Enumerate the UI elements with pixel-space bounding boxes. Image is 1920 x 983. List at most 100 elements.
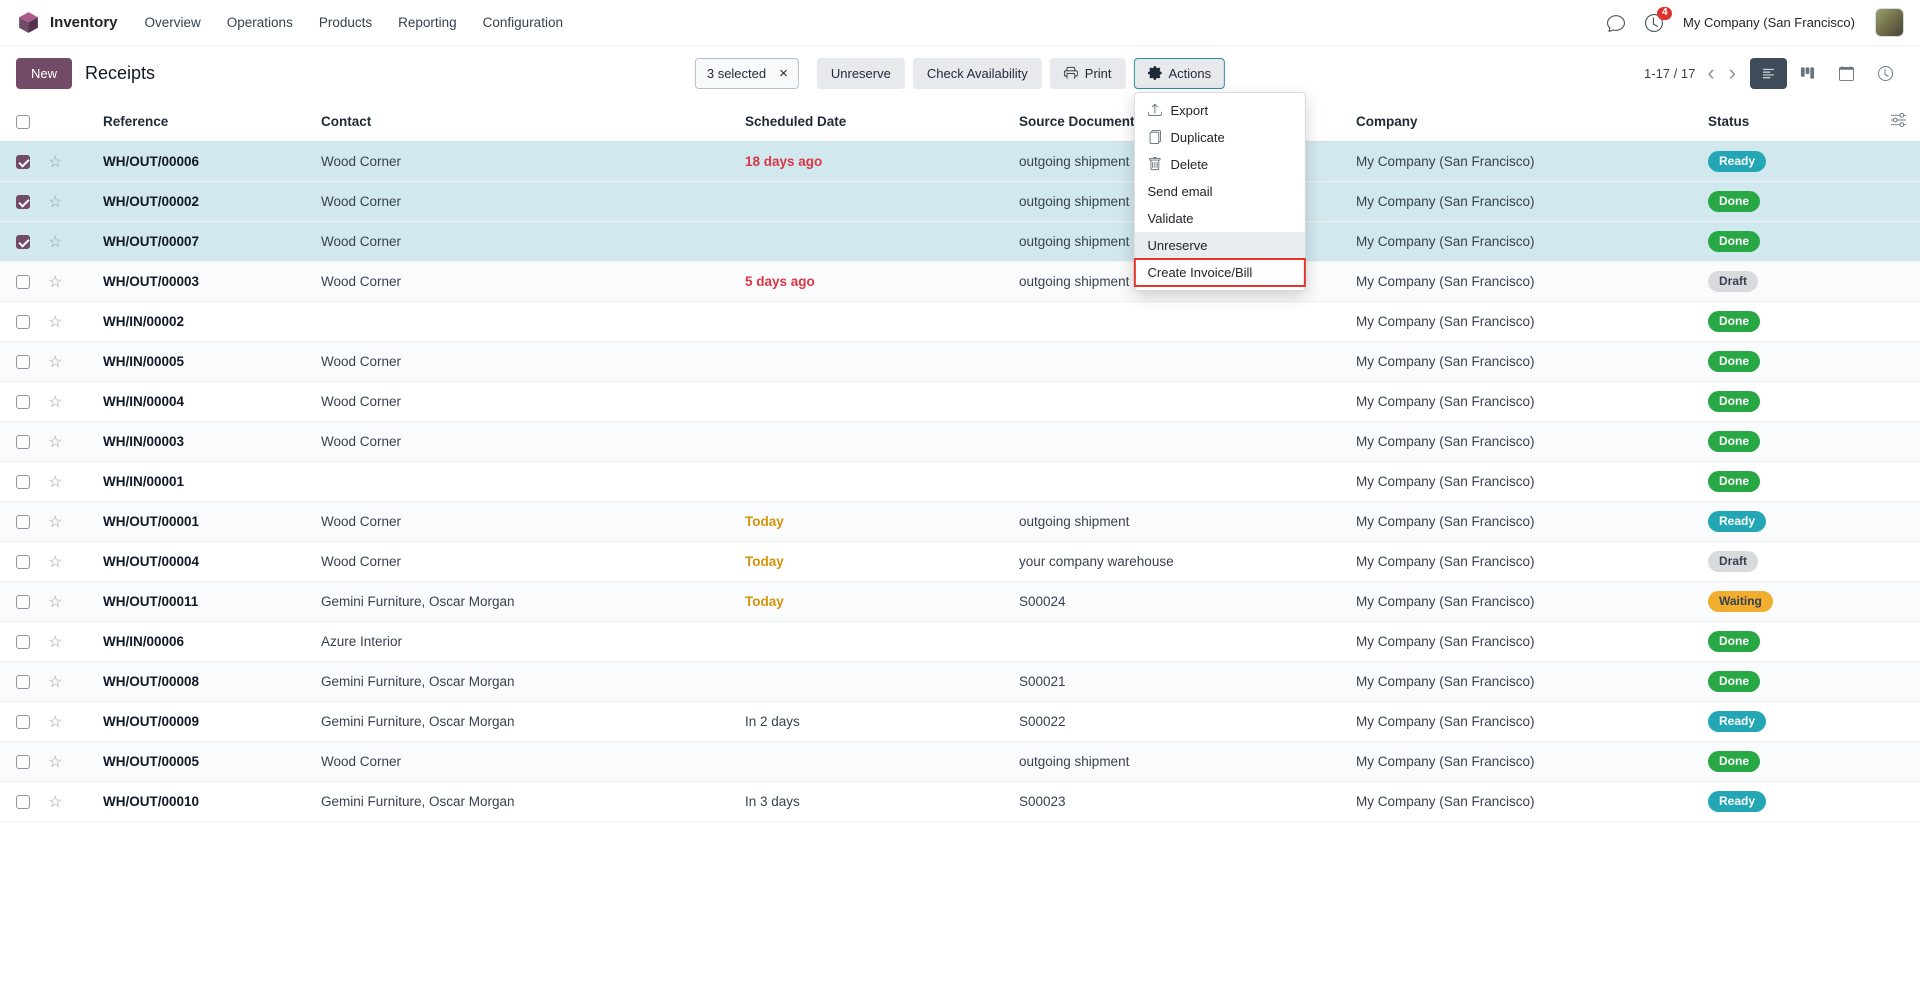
pager-previous-icon[interactable]: ‹	[1707, 62, 1714, 84]
menu-item-label: Unreserve	[1148, 238, 1208, 253]
table-row[interactable]: ☆ WH/IN/00006 Azure Interior My Company …	[0, 622, 1920, 662]
action-item-validate[interactable]: Validate	[1135, 205, 1305, 232]
column-header-reference[interactable]: Reference	[95, 100, 313, 142]
scheduled-date-cell: Today	[737, 502, 1011, 542]
row-checkbox[interactable]	[16, 715, 30, 729]
company-menu[interactable]: My Company (San Francisco)	[1683, 15, 1855, 30]
table-row[interactable]: ☆ WH/OUT/00010 Gemini Furniture, Oscar M…	[0, 782, 1920, 822]
favorite-star-icon[interactable]: ☆	[48, 194, 62, 211]
action-item-send-email[interactable]: Send email	[1135, 178, 1305, 205]
nav-menu-configuration[interactable]: Configuration	[472, 7, 574, 38]
row-checkbox[interactable]	[16, 515, 30, 529]
favorite-star-icon[interactable]: ☆	[48, 474, 62, 491]
table-row[interactable]: ☆ WH/OUT/00011 Gemini Furniture, Oscar M…	[0, 582, 1920, 622]
table-row[interactable]: ☆ WH/OUT/00003 Wood Corner 5 days ago ou…	[0, 262, 1920, 302]
column-header-scheduled-date[interactable]: Scheduled Date	[737, 100, 1011, 142]
navbar-menus: OverviewOperationsProductsReportingConfi…	[134, 7, 574, 38]
avatar[interactable]	[1875, 8, 1904, 37]
action-item-export[interactable]: Export	[1135, 97, 1305, 124]
favorite-star-icon[interactable]: ☆	[48, 314, 62, 331]
column-header-company[interactable]: Company	[1348, 100, 1700, 142]
row-checkbox[interactable]	[16, 235, 30, 249]
row-checkbox[interactable]	[16, 755, 30, 769]
actions-button[interactable]: Actions	[1134, 58, 1226, 89]
row-checkbox[interactable]	[16, 315, 30, 329]
favorite-star-icon[interactable]: ☆	[48, 434, 62, 451]
activities-icon[interactable]: 4	[1645, 14, 1663, 32]
favorite-star-icon[interactable]: ☆	[48, 674, 62, 691]
row-checkbox[interactable]	[16, 355, 30, 369]
nav-menu-operations[interactable]: Operations	[216, 7, 304, 38]
favorite-star-icon[interactable]: ☆	[48, 354, 62, 371]
row-checkbox[interactable]	[16, 795, 30, 809]
table-row[interactable]: ☆ WH/OUT/00005 Wood Corner outgoing ship…	[0, 742, 1920, 782]
activity-view-button[interactable]	[1867, 58, 1904, 89]
optional-columns-icon[interactable]	[1891, 112, 1906, 127]
column-header-contact[interactable]: Contact	[313, 100, 737, 142]
kanban-view-button[interactable]	[1789, 58, 1826, 89]
action-item-duplicate[interactable]: Duplicate	[1135, 124, 1305, 151]
print-button[interactable]: Print	[1050, 58, 1126, 89]
favorite-star-icon[interactable]: ☆	[48, 554, 62, 571]
messages-icon[interactable]	[1607, 14, 1625, 32]
table-row[interactable]: ☆ WH/OUT/00002 Wood Corner outgoing ship…	[0, 182, 1920, 222]
table-row[interactable]: ☆ WH/OUT/00009 Gemini Furniture, Oscar M…	[0, 702, 1920, 742]
row-checkbox[interactable]	[16, 475, 30, 489]
favorite-star-icon[interactable]: ☆	[48, 234, 62, 251]
select-all-checkbox[interactable]	[16, 115, 30, 129]
nav-menu-overview[interactable]: Overview	[134, 7, 212, 38]
company-cell: My Company (San Francisco)	[1348, 502, 1700, 542]
row-checkbox[interactable]	[16, 675, 30, 689]
favorite-star-icon[interactable]: ☆	[48, 714, 62, 731]
pager-next-icon[interactable]: ›	[1729, 62, 1736, 84]
table-row[interactable]: ☆ WH/IN/00003 Wood Corner My Company (Sa…	[0, 422, 1920, 462]
favorite-star-icon[interactable]: ☆	[48, 274, 62, 291]
favorite-star-icon[interactable]: ☆	[48, 154, 62, 171]
table-row[interactable]: ☆ WH/OUT/00007 Wood Corner outgoing ship…	[0, 222, 1920, 262]
table-row[interactable]: ☆ WH/OUT/00001 Wood Corner Today outgoin…	[0, 502, 1920, 542]
row-checkbox[interactable]	[16, 195, 30, 209]
nav-menu-reporting[interactable]: Reporting	[387, 7, 468, 38]
row-checkbox[interactable]	[16, 155, 30, 169]
table-row[interactable]: ☆ WH/OUT/00004 Wood Corner Today your co…	[0, 542, 1920, 582]
favorite-star-icon[interactable]: ☆	[48, 514, 62, 531]
company-cell: My Company (San Francisco)	[1348, 182, 1700, 222]
row-checkbox[interactable]	[16, 595, 30, 609]
table-row[interactable]: ☆ WH/IN/00004 Wood Corner My Company (Sa…	[0, 382, 1920, 422]
app-switcher[interactable]: Inventory	[16, 10, 118, 35]
row-checkbox[interactable]	[16, 635, 30, 649]
table-row[interactable]: ☆ WH/OUT/00006 Wood Corner 18 days ago o…	[0, 142, 1920, 182]
row-checkbox[interactable]	[16, 555, 30, 569]
action-item-delete[interactable]: Delete	[1135, 151, 1305, 178]
table-row[interactable]: ☆ WH/IN/00002 My Company (San Francisco)…	[0, 302, 1920, 342]
action-item-unreserve[interactable]: Unreserve	[1135, 232, 1305, 259]
table-row[interactable]: ☆ WH/OUT/00008 Gemini Furniture, Oscar M…	[0, 662, 1920, 702]
delete-icon	[1148, 157, 1162, 171]
unreserve-button[interactable]: Unreserve	[817, 58, 905, 89]
column-header-favorite	[40, 100, 95, 142]
check-availability-button[interactable]: Check Availability	[913, 58, 1042, 89]
row-checkbox[interactable]	[16, 395, 30, 409]
favorite-star-icon[interactable]: ☆	[48, 754, 62, 771]
list-view-button[interactable]	[1750, 58, 1787, 89]
table-row[interactable]: ☆ WH/IN/00005 Wood Corner My Company (Sa…	[0, 342, 1920, 382]
status-badge: Done	[1708, 351, 1760, 372]
clear-selection-icon[interactable]: ×	[777, 65, 798, 82]
action-item-create-invoice-bill[interactable]: Create Invoice/Bill	[1135, 259, 1305, 286]
calendar-view-button[interactable]	[1828, 58, 1865, 89]
receipts-list: Reference Contact Scheduled Date Source …	[0, 100, 1920, 822]
favorite-star-icon[interactable]: ☆	[48, 794, 62, 811]
row-checkbox[interactable]	[16, 275, 30, 289]
contact-cell: Wood Corner	[313, 262, 737, 302]
favorite-star-icon[interactable]: ☆	[48, 394, 62, 411]
column-header-status[interactable]: Status	[1700, 100, 1880, 142]
scheduled-date-cell: Today	[737, 542, 1011, 582]
reference-cell: WH/OUT/00005	[95, 742, 313, 782]
favorite-star-icon[interactable]: ☆	[48, 594, 62, 611]
table-row[interactable]: ☆ WH/IN/00001 My Company (San Francisco)…	[0, 462, 1920, 502]
favorite-star-icon[interactable]: ☆	[48, 634, 62, 651]
nav-menu-products[interactable]: Products	[308, 7, 383, 38]
selection-pill[interactable]: 3 selected ×	[695, 58, 799, 89]
row-checkbox[interactable]	[16, 435, 30, 449]
new-button[interactable]: New	[16, 58, 72, 89]
